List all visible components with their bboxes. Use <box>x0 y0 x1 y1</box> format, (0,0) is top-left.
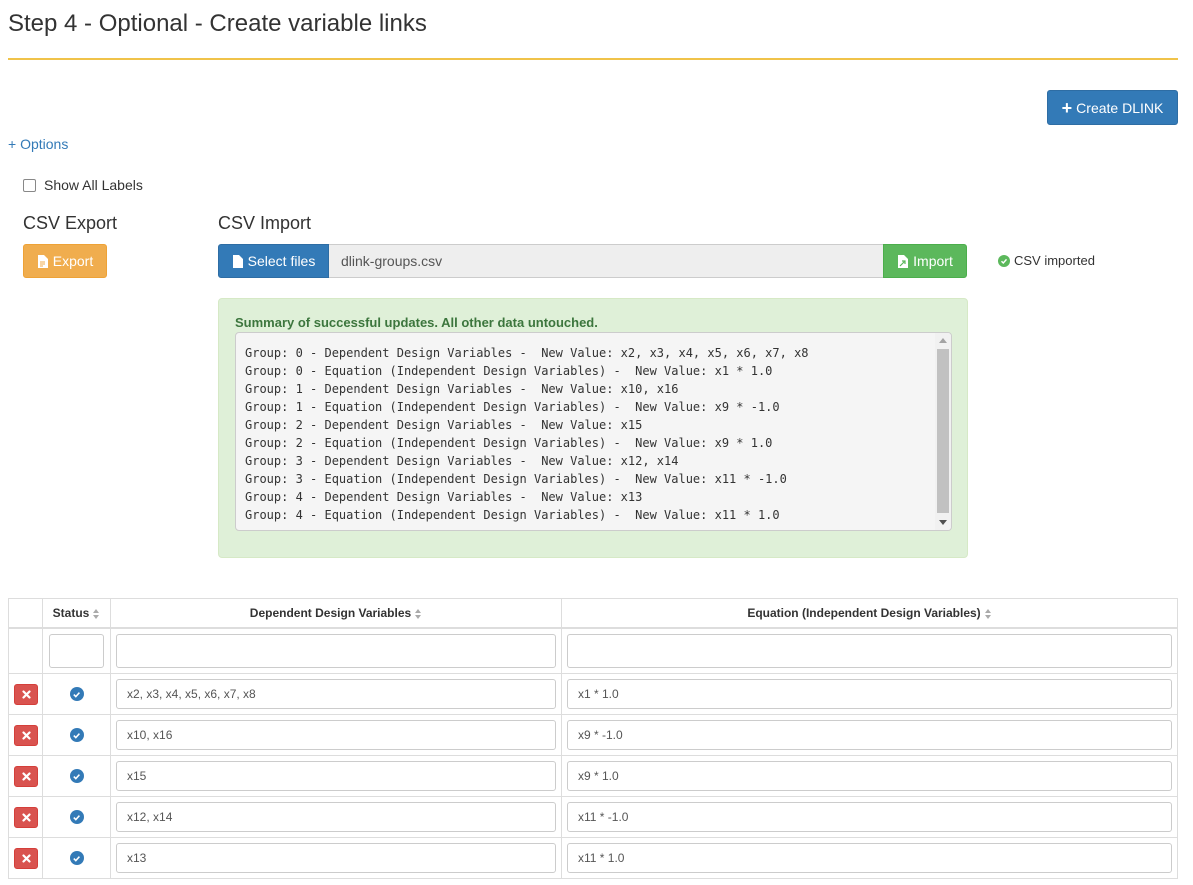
filter-row <box>8 627 1178 674</box>
delete-row-button[interactable] <box>14 806 38 828</box>
export-label: Export <box>52 253 94 269</box>
create-dlink-label: Create DLINK <box>1076 99 1164 116</box>
equation-filter-input[interactable] <box>567 633 1172 668</box>
summary-panel: Summary of successful updates. All other… <box>218 298 968 558</box>
remove-icon <box>21 771 31 781</box>
summary-title: Summary of successful updates. All other… <box>235 315 598 330</box>
summary-line: Group: 1 - Equation (Independent Design … <box>245 400 780 414</box>
csv-import-status-text: CSV imported <box>1014 253 1095 268</box>
remove-icon <box>21 689 31 699</box>
file-icon <box>232 254 243 268</box>
sort-icon[interactable] <box>415 608 422 619</box>
remove-icon <box>21 730 31 740</box>
dependent-variables-input[interactable]: x13 <box>116 843 556 873</box>
summary-line: Group: 1 - Dependent Design Variables - … <box>245 382 679 396</box>
create-dlink-button[interactable]: + Create DLINK <box>1047 90 1178 125</box>
select-files-label: Select files <box>247 253 316 269</box>
check-circle-icon <box>69 687 84 701</box>
delete-row-button[interactable] <box>14 765 38 787</box>
summary-line: Group: 2 - Dependent Design Variables - … <box>245 418 643 432</box>
delete-row-button[interactable] <box>14 683 38 705</box>
page-title: Step 4 - Optional - Create variable link… <box>8 10 427 37</box>
selected-file-name: dlink-groups.csv <box>329 244 884 278</box>
title-divider <box>8 58 1178 60</box>
column-header-equation-label: Equation (Independent Design Variables) <box>747 605 981 620</box>
csv-export-heading: CSV Export <box>23 213 118 233</box>
remove-icon <box>21 812 31 822</box>
scroll-thumb[interactable] <box>937 349 949 513</box>
csv-import-status: CSV imported <box>998 253 1095 268</box>
table-row: x10, x16 x9 * -1.0 <box>8 714 1178 756</box>
summary-line: Group: 2 - Equation (Independent Design … <box>245 436 773 450</box>
show-all-labels-option[interactable]: Show All Labels <box>23 177 143 193</box>
column-header-dependent-label: Dependent Design Variables <box>249 605 412 620</box>
equation-input[interactable]: x11 * -1.0 <box>567 802 1172 832</box>
check-circle-icon <box>69 769 84 783</box>
dependent-variables-input[interactable]: x12, x14 <box>116 802 556 832</box>
summary-line: Group: 3 - Equation (Independent Design … <box>245 472 787 486</box>
summary-line: Group: 3 - Dependent Design Variables - … <box>245 454 679 468</box>
check-circle-icon <box>69 728 84 742</box>
check-circle-icon <box>69 810 84 824</box>
column-header-status-label: Status <box>52 605 90 620</box>
table-row: x13 x11 * 1.0 <box>8 837 1178 879</box>
file-export-icon <box>37 254 48 268</box>
import-label: Import <box>913 253 953 269</box>
table-row: x15 x9 * 1.0 <box>8 755 1178 797</box>
summary-line: Group: 0 - Equation (Independent Design … <box>245 364 773 378</box>
table-row: x12, x14 x11 * -1.0 <box>8 796 1178 838</box>
check-circle-icon <box>998 254 1010 267</box>
plus-icon: + <box>1061 97 1073 118</box>
select-files-button[interactable]: Select files <box>218 244 329 278</box>
sort-icon[interactable] <box>984 608 992 619</box>
sort-icon[interactable] <box>93 608 100 619</box>
options-toggle-link[interactable]: + Options <box>8 136 68 152</box>
show-all-labels-checkbox[interactable] <box>23 178 36 192</box>
summary-lines: Group: 0 - Dependent Design Variables - … <box>245 344 809 524</box>
column-header-dependent[interactable]: Dependent Design Variables <box>110 598 562 629</box>
summary-line: Group: 4 - Dependent Design Variables - … <box>245 490 643 504</box>
import-button[interactable]: Import <box>883 244 967 278</box>
summary-scrollbar[interactable] <box>935 333 951 530</box>
table-row: x2, x3, x4, x5, x6, x7, x8 x1 * 1.0 <box>8 673 1178 715</box>
summary-line: Group: 4 - Equation (Independent Design … <box>245 508 780 522</box>
show-all-labels-label: Show All Labels <box>44 177 143 193</box>
dependent-variables-input[interactable]: x10, x16 <box>116 720 556 750</box>
dependent-variables-input[interactable]: x15 <box>116 761 556 791</box>
table-header-row: Status Dependent Design Variables Equati… <box>8 598 1178 629</box>
summary-line: Group: 0 - Dependent Design Variables - … <box>245 346 809 360</box>
scroll-down-arrow[interactable] <box>939 520 947 525</box>
equation-input[interactable]: x1 * 1.0 <box>567 679 1172 709</box>
csv-import-heading: CSV Import <box>218 213 312 233</box>
dlink-table: Status Dependent Design Variables Equati… <box>8 598 1178 879</box>
export-button[interactable]: Export <box>23 244 107 278</box>
equation-input[interactable]: x9 * 1.0 <box>567 761 1172 791</box>
dependent-filter-input[interactable] <box>116 633 556 668</box>
summary-log[interactable]: Group: 0 - Dependent Design Variables - … <box>235 332 952 531</box>
check-circle-icon <box>69 851 84 865</box>
scroll-up-arrow[interactable] <box>939 338 947 343</box>
delete-row-button[interactable] <box>14 847 38 869</box>
status-filter-input[interactable] <box>49 633 104 668</box>
column-header-equation[interactable]: Equation (Independent Design Variables) <box>561 598 1178 629</box>
column-header-actions <box>8 598 43 629</box>
equation-input[interactable]: x11 * 1.0 <box>567 843 1172 873</box>
dependent-variables-input[interactable]: x2, x3, x4, x5, x6, x7, x8 <box>116 679 556 709</box>
equation-input[interactable]: x9 * -1.0 <box>567 720 1172 750</box>
column-header-status[interactable]: Status <box>42 598 111 629</box>
file-import-icon <box>898 254 909 268</box>
remove-icon <box>21 853 31 863</box>
delete-row-button[interactable] <box>14 724 38 746</box>
